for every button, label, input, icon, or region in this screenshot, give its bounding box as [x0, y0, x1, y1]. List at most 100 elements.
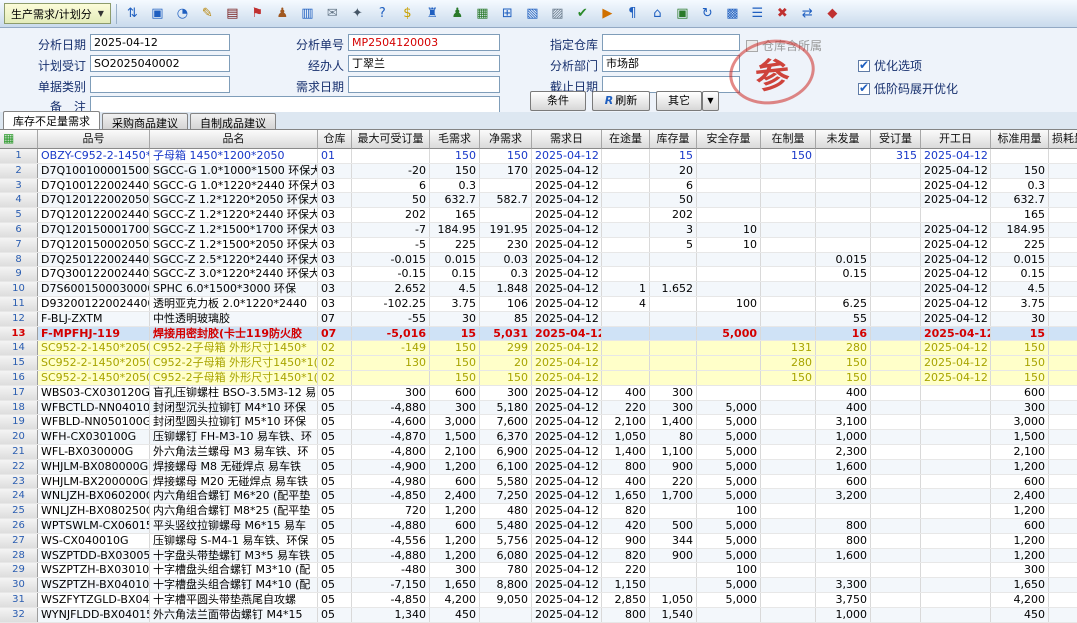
display-icon[interactable]: ▣: [672, 3, 693, 24]
table-row[interactable]: 14SC952-2-1450*2050-(C952-2子母箱 外形尺寸1450*…: [0, 341, 1077, 356]
copy-icon[interactable]: ▨: [547, 3, 568, 24]
mail-icon[interactable]: ✉: [322, 3, 343, 24]
exit-icon[interactable]: ◆: [822, 3, 843, 24]
pin-icon[interactable]: ✦: [347, 3, 368, 24]
module-menu-button[interactable]: 生产需求/计划分 ▼: [4, 3, 111, 24]
refresh-button[interactable]: R刷新: [592, 91, 650, 111]
monitor-icon[interactable]: ▣: [147, 3, 168, 24]
approve-icon[interactable]: ✔: [572, 3, 593, 24]
table-row[interactable]: 8D7Q2501220024400GSGCC-Z 2.5*1220*2440 环…: [0, 253, 1077, 268]
export-icon[interactable]: ⇄: [797, 3, 818, 24]
row-number: 10: [0, 282, 38, 296]
table-row[interactable]: 25WNLJZH-BX080250G内六角组合螺钉 M8*25 (配平垫0572…: [0, 504, 1077, 519]
table-row[interactable]: 2D7Q1001000015000GSGCC-G 1.0*1000*1500 环…: [0, 164, 1077, 179]
table-row[interactable]: 27WS-CX040010G压铆螺母 S-M4-1 易车铁、环保05-4,556…: [0, 534, 1077, 549]
refresh-icon[interactable]: ↻: [697, 3, 718, 24]
table-row[interactable]: 9D7Q3001220024400GSGCC-Z 3.0*1220*2440 环…: [0, 267, 1077, 282]
table-row[interactable]: 29WSZPTZH-BX030100G十字槽盘头组合螺钉 M3*10 (配05-…: [0, 563, 1077, 578]
table-row[interactable]: 26WPTSWLM-CX060150G平头竖纹拉铆螺母 M6*15 易车05-4…: [0, 519, 1077, 534]
book-icon[interactable]: ▧: [522, 3, 543, 24]
column-header-10[interactable]: 安全存量: [697, 130, 761, 149]
column-header-15[interactable]: 标准用量: [991, 130, 1049, 149]
table-row[interactable]: 6D7Q1201500017000GSGCC-Z 1.2*1500*1700 环…: [0, 223, 1077, 238]
column-header-1[interactable]: 品号: [38, 130, 150, 149]
column-header-14[interactable]: 开工日: [921, 130, 991, 149]
table-row[interactable]: 4D7Q1201220020500GSGCC-Z 1.2*1220*2050 环…: [0, 193, 1077, 208]
column-header-13[interactable]: 受订量: [871, 130, 921, 149]
table-row[interactable]: 7D7Q1201500020500GSGCC-Z 1.2*1500*2050 环…: [0, 238, 1077, 253]
table-row[interactable]: 16SC952-2-1450*2050-(C952-2子母箱 外形尺寸1450*…: [0, 371, 1077, 386]
calculator-icon[interactable]: ⊞: [497, 3, 518, 24]
table-row[interactable]: 23WHJLM-BX200000G焊接螺母 M20 无碰焊点 易车铁05-4,9…: [0, 475, 1077, 490]
help-icon[interactable]: ?: [372, 3, 393, 24]
table-row[interactable]: 24WNLJZH-BX060200G内六角组合螺钉 M6*20 (配平垫05-4…: [0, 489, 1077, 504]
table-row[interactable]: 13F-MPFHJ-119焊接用密封胶(卡士119防火胶07-5,016155,…: [0, 327, 1077, 342]
table-icon[interactable]: ☰: [747, 3, 768, 24]
report-icon[interactable]: ▦: [472, 3, 493, 24]
save-icon[interactable]: ▥: [297, 3, 318, 24]
tab-2[interactable]: 采购商品建议: [102, 113, 188, 129]
doc-search-icon[interactable]: ¶: [622, 3, 643, 24]
bank-icon[interactable]: ⌂: [647, 3, 668, 24]
table-row[interactable]: 15SC952-2-1450*2050-(C952-2子母箱 外形尺寸1450*…: [0, 356, 1077, 371]
close-icon[interactable]: ✖: [772, 3, 793, 24]
select-all-icon[interactable]: ▦: [3, 130, 14, 147]
column-header-9[interactable]: 库存量: [650, 130, 697, 149]
forward-icon[interactable]: ▶: [597, 3, 618, 24]
table-row[interactable]: 11D932001220024400G透明亚克力板 2.0*1220*24400…: [0, 297, 1077, 312]
table-row[interactable]: 3D7Q1001220024400GSGCC-G 1.0*1220*2440 环…: [0, 179, 1077, 194]
table-row[interactable]: 17WBS03-CX030120G盲孔压铆螺柱 BSO-3.5M3-12 易05…: [0, 386, 1077, 401]
chart-icon[interactable]: ▩: [722, 3, 743, 24]
column-header-4[interactable]: 最大可受订量: [352, 130, 430, 149]
doc-type-input[interactable]: [90, 76, 230, 93]
table-row[interactable]: 19WFBLD-NN050100G封闭型圆头拉铆钉 M5*10 环保05-4,6…: [0, 415, 1077, 430]
column-header-8[interactable]: 在途量: [602, 130, 650, 149]
analysis-date-input[interactable]: 2025-04-12: [90, 34, 230, 51]
table-row[interactable]: 22WHJLM-BX080000G焊接螺母 M8 无碰焊点 易车铁05-4,90…: [0, 460, 1077, 475]
table-row[interactable]: 1OBZY-C952-2-1450*2(子母箱 1450*1200*205001…: [0, 149, 1077, 164]
condition-button[interactable]: 条件: [530, 91, 586, 111]
flag-icon[interactable]: ⚑: [247, 3, 268, 24]
column-header-5[interactable]: 毛需求: [430, 130, 480, 149]
plan-order-input[interactable]: SO2025040002: [90, 55, 230, 72]
money-icon[interactable]: $: [397, 3, 418, 24]
tab-3[interactable]: 自制成品建议: [190, 113, 276, 129]
column-header-6[interactable]: 净需求: [480, 130, 532, 149]
table-row[interactable]: 5D7Q1201220024400GSGCC-Z 1.2*1220*2440 环…: [0, 208, 1077, 223]
column-header-2[interactable]: 品名: [150, 130, 318, 149]
remark-input[interactable]: [90, 96, 500, 113]
briefcase-icon[interactable]: ▤: [222, 3, 243, 24]
column-header-12[interactable]: 未发量: [816, 130, 871, 149]
team-icon[interactable]: ♟: [272, 3, 293, 24]
table-row[interactable]: 18WFBCTLD-NN040100G封闭型沉头拉铆钉 M4*10 环保05-4…: [0, 401, 1077, 416]
table-row[interactable]: 21WFL-BX030000G外六角法兰螺母 M3 易车铁、环05-4,8002…: [0, 445, 1077, 460]
column-header-selector[interactable]: ▦: [0, 130, 38, 149]
column-header-16[interactable]: 损耗量: [1049, 130, 1077, 149]
table-row[interactable]: 31WSZFYTZGLD-BX04015(十字槽平圆头带垫燕尾自攻螺05-4,8…: [0, 593, 1077, 608]
table-row[interactable]: 20WFH-CX030100G压铆螺钉 FH-M3-10 易车铁、环05-4,8…: [0, 430, 1077, 445]
checkbox-low-level-code-expand[interactable]: 低阶码展开优化: [858, 80, 958, 97]
table-row[interactable]: 12F-BLJ-ZXTM中性透明玻璃胶07-5530852025-04-1255…: [0, 312, 1077, 327]
analysis-dept-input[interactable]: 市场部: [602, 55, 740, 72]
tab-1[interactable]: 库存不足量需求: [3, 111, 100, 129]
handler-input[interactable]: 丁翠兰: [348, 55, 500, 72]
other-button[interactable]: 其它: [656, 91, 702, 111]
column-header-11[interactable]: 在制量: [761, 130, 816, 149]
sort-icon[interactable]: ⇅: [122, 3, 143, 24]
assigned-wh-input[interactable]: [602, 34, 740, 51]
other-dropdown-button[interactable]: ▼: [702, 91, 719, 111]
table-row[interactable]: 28WSZPTDD-BX030050G十字盘头带垫螺钉 M3*5 易车铁05-4…: [0, 549, 1077, 564]
analysis-no-input[interactable]: MP2504120003: [348, 34, 500, 51]
demand-date-input[interactable]: [348, 76, 500, 93]
checkbox-optimize-option[interactable]: 优化选项: [858, 57, 922, 74]
column-header-7[interactable]: 需求日: [532, 130, 602, 149]
user-icon[interactable]: ♟: [447, 3, 468, 24]
table-row[interactable]: 30WSZPTZH-BX040100G十字槽盘头组合螺钉 M4*10 (配05-…: [0, 578, 1077, 593]
table-row[interactable]: 32WYNJFLDD-BX040150G外六角法兰面带齿螺钉 M4*15051,…: [0, 608, 1077, 623]
column-header-3[interactable]: 仓库: [318, 130, 352, 149]
table-row[interactable]: 10D7S6001500030000GSPHC 6.0*1500*3000 环保…: [0, 282, 1077, 297]
cart-icon[interactable]: ♜: [422, 3, 443, 24]
clock-icon[interactable]: ◔: [172, 3, 193, 24]
sign-icon[interactable]: ✎: [197, 3, 218, 24]
checkbox-warehouse-included[interactable]: 仓库含所属: [746, 37, 822, 54]
